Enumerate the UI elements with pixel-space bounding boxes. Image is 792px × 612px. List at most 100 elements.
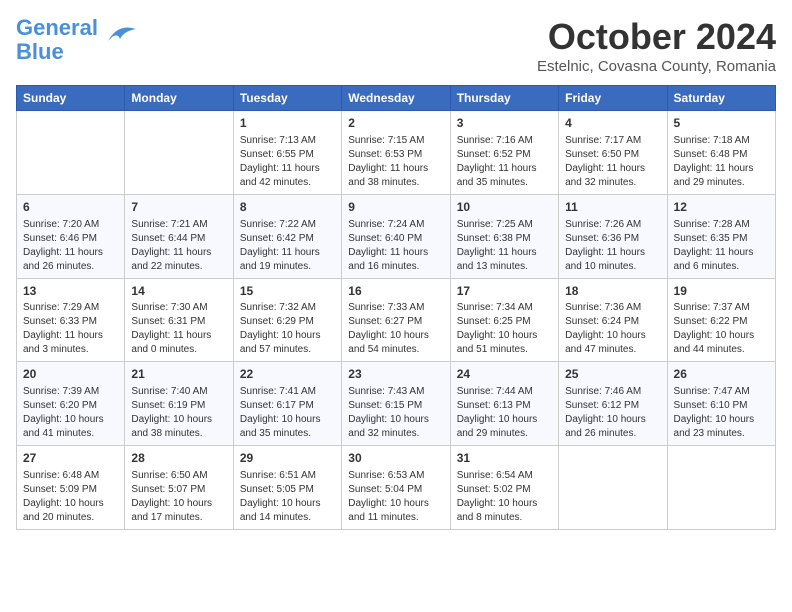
cell-info: Sunrise: 7:41 AM Sunset: 6:17 PM Dayligh… xyxy=(240,385,335,441)
cell-day-number: 30 xyxy=(348,450,443,467)
cell-info: Sunrise: 7:25 AM Sunset: 6:38 PM Dayligh… xyxy=(457,218,552,274)
calendar-cell: 9 Sunrise: 7:24 AM Sunset: 6:40 PM Daylig… xyxy=(342,194,450,278)
cell-info: Sunrise: 6:54 AM Sunset: 5:02 PM Dayligh… xyxy=(457,469,552,525)
calendar-cell: 25 Sunrise: 7:46 AM Sunset: 6:12 PM Dayli… xyxy=(559,362,667,446)
calendar-header-row: SundayMondayTuesdayWednesdayThursdayFrid… xyxy=(17,86,776,111)
calendar-cell: 11 Sunrise: 7:26 AM Sunset: 6:36 PM Dayli… xyxy=(559,194,667,278)
cell-info: Sunrise: 7:28 AM Sunset: 6:35 PM Dayligh… xyxy=(674,218,769,274)
calendar-table: SundayMondayTuesdayWednesdayThursdayFrid… xyxy=(16,85,776,530)
calendar-cell: 7 Sunrise: 7:21 AM Sunset: 6:44 PM Daylig… xyxy=(125,194,233,278)
day-header-saturday: Saturday xyxy=(667,86,775,111)
cell-info: Sunrise: 7:46 AM Sunset: 6:12 PM Dayligh… xyxy=(565,385,660,441)
cell-info: Sunrise: 7:29 AM Sunset: 6:33 PM Dayligh… xyxy=(23,301,118,357)
calendar-cell: 10 Sunrise: 7:25 AM Sunset: 6:38 PM Dayli… xyxy=(450,194,558,278)
cell-day-number: 26 xyxy=(674,366,769,383)
calendar-cell xyxy=(17,111,125,195)
cell-day-number: 7 xyxy=(131,199,226,216)
cell-day-number: 14 xyxy=(131,283,226,300)
calendar-cell: 6 Sunrise: 7:20 AM Sunset: 6:46 PM Daylig… xyxy=(17,194,125,278)
calendar-cell: 29 Sunrise: 6:51 AM Sunset: 5:05 PM Dayli… xyxy=(233,446,341,530)
calendar-cell: 23 Sunrise: 7:43 AM Sunset: 6:15 PM Dayli… xyxy=(342,362,450,446)
cell-day-number: 19 xyxy=(674,283,769,300)
calendar-cell: 24 Sunrise: 7:44 AM Sunset: 6:13 PM Dayli… xyxy=(450,362,558,446)
calendar-cell: 27 Sunrise: 6:48 AM Sunset: 5:09 PM Dayli… xyxy=(17,446,125,530)
cell-day-number: 2 xyxy=(348,115,443,132)
cell-day-number: 9 xyxy=(348,199,443,216)
page-header: GeneralBlue October 2024 Estelnic, Covas… xyxy=(16,16,776,75)
calendar-week-3: 13Sunrise: 7:29 AM Sunset: 6:33 PM Dayli… xyxy=(17,278,776,362)
cell-info: Sunrise: 7:20 AM Sunset: 6:46 PM Dayligh… xyxy=(23,218,118,274)
cell-day-number: 6 xyxy=(23,199,118,216)
cell-day-number: 12 xyxy=(674,199,769,216)
calendar-cell: 2 Sunrise: 7:15 AM Sunset: 6:53 PM Daylig… xyxy=(342,111,450,195)
calendar-cell: 31 Sunrise: 6:54 AM Sunset: 5:02 PM Dayli… xyxy=(450,446,558,530)
calendar-cell xyxy=(667,446,775,530)
calendar-cell: 3 Sunrise: 7:16 AM Sunset: 6:52 PM Daylig… xyxy=(450,111,558,195)
cell-day-number: 10 xyxy=(457,199,552,216)
cell-info: Sunrise: 7:39 AM Sunset: 6:20 PM Dayligh… xyxy=(23,385,118,441)
day-header-wednesday: Wednesday xyxy=(342,86,450,111)
cell-day-number: 16 xyxy=(348,283,443,300)
cell-day-number: 21 xyxy=(131,366,226,383)
day-header-monday: Monday xyxy=(125,86,233,111)
cell-info: Sunrise: 7:24 AM Sunset: 6:40 PM Dayligh… xyxy=(348,218,443,274)
cell-day-number: 24 xyxy=(457,366,552,383)
logo: GeneralBlue xyxy=(16,16,136,64)
cell-day-number: 25 xyxy=(565,366,660,383)
calendar-cell: 18Sunrise: 7:36 AM Sunset: 6:24 PM Dayli… xyxy=(559,278,667,362)
cell-day-number: 27 xyxy=(23,450,118,467)
cell-day-number: 17 xyxy=(457,283,552,300)
calendar-cell: 30Sunrise: 6:53 AM Sunset: 5:04 PM Dayli… xyxy=(342,446,450,530)
cell-day-number: 22 xyxy=(240,366,335,383)
calendar-cell: 28 Sunrise: 6:50 AM Sunset: 5:07 PM Dayli… xyxy=(125,446,233,530)
cell-day-number: 13 xyxy=(23,283,118,300)
cell-info: Sunrise: 7:43 AM Sunset: 6:15 PM Dayligh… xyxy=(348,385,443,441)
cell-info: Sunrise: 7:13 AM Sunset: 6:55 PM Dayligh… xyxy=(240,134,335,190)
cell-info: Sunrise: 7:21 AM Sunset: 6:44 PM Dayligh… xyxy=(131,218,226,274)
cell-day-number: 4 xyxy=(565,115,660,132)
calendar-cell: 1Sunrise: 7:13 AM Sunset: 6:55 PM Daylig… xyxy=(233,111,341,195)
cell-info: Sunrise: 7:33 AM Sunset: 6:27 PM Dayligh… xyxy=(348,301,443,357)
cell-info: Sunrise: 7:15 AM Sunset: 6:53 PM Dayligh… xyxy=(348,134,443,190)
cell-info: Sunrise: 7:26 AM Sunset: 6:36 PM Dayligh… xyxy=(565,218,660,274)
cell-info: Sunrise: 6:48 AM Sunset: 5:09 PM Dayligh… xyxy=(23,469,118,525)
calendar-body: 1Sunrise: 7:13 AM Sunset: 6:55 PM Daylig… xyxy=(17,111,776,530)
calendar-week-5: 27 Sunrise: 6:48 AM Sunset: 5:09 PM Dayli… xyxy=(17,446,776,530)
day-header-tuesday: Tuesday xyxy=(233,86,341,111)
cell-info: Sunrise: 7:16 AM Sunset: 6:52 PM Dayligh… xyxy=(457,134,552,190)
calendar-cell: 26 Sunrise: 7:47 AM Sunset: 6:10 PM Dayli… xyxy=(667,362,775,446)
cell-day-number: 29 xyxy=(240,450,335,467)
calendar-cell: 5Sunrise: 7:18 AM Sunset: 6:48 PM Daylig… xyxy=(667,111,775,195)
cell-info: Sunrise: 7:47 AM Sunset: 6:10 PM Dayligh… xyxy=(674,385,769,441)
calendar-cell: 13Sunrise: 7:29 AM Sunset: 6:33 PM Dayli… xyxy=(17,278,125,362)
day-header-sunday: Sunday xyxy=(17,86,125,111)
calendar-week-1: 1Sunrise: 7:13 AM Sunset: 6:55 PM Daylig… xyxy=(17,111,776,195)
cell-info: Sunrise: 6:50 AM Sunset: 5:07 PM Dayligh… xyxy=(131,469,226,525)
cell-info: Sunrise: 7:36 AM Sunset: 6:24 PM Dayligh… xyxy=(565,301,660,357)
cell-day-number: 15 xyxy=(240,283,335,300)
logo-text: GeneralBlue xyxy=(16,16,98,64)
logo-bird-icon xyxy=(100,21,136,49)
cell-day-number: 31 xyxy=(457,450,552,467)
cell-day-number: 20 xyxy=(23,366,118,383)
cell-day-number: 3 xyxy=(457,115,552,132)
calendar-week-2: 6 Sunrise: 7:20 AM Sunset: 6:46 PM Daylig… xyxy=(17,194,776,278)
calendar-cell: 22 Sunrise: 7:41 AM Sunset: 6:17 PM Dayli… xyxy=(233,362,341,446)
cell-day-number: 18 xyxy=(565,283,660,300)
cell-info: Sunrise: 7:44 AM Sunset: 6:13 PM Dayligh… xyxy=(457,385,552,441)
calendar-week-4: 20 Sunrise: 7:39 AM Sunset: 6:20 PM Dayli… xyxy=(17,362,776,446)
day-header-friday: Friday xyxy=(559,86,667,111)
title-block: October 2024 Estelnic, Covasna County, R… xyxy=(537,16,776,75)
cell-info: Sunrise: 7:17 AM Sunset: 6:50 PM Dayligh… xyxy=(565,134,660,190)
calendar-cell: 4 Sunrise: 7:17 AM Sunset: 6:50 PM Daylig… xyxy=(559,111,667,195)
day-header-thursday: Thursday xyxy=(450,86,558,111)
cell-info: Sunrise: 6:51 AM Sunset: 5:05 PM Dayligh… xyxy=(240,469,335,525)
cell-day-number: 28 xyxy=(131,450,226,467)
cell-info: Sunrise: 7:37 AM Sunset: 6:22 PM Dayligh… xyxy=(674,301,769,357)
cell-day-number: 23 xyxy=(348,366,443,383)
cell-day-number: 8 xyxy=(240,199,335,216)
cell-day-number: 11 xyxy=(565,199,660,216)
calendar-cell: 19Sunrise: 7:37 AM Sunset: 6:22 PM Dayli… xyxy=(667,278,775,362)
calendar-cell: 15Sunrise: 7:32 AM Sunset: 6:29 PM Dayli… xyxy=(233,278,341,362)
calendar-cell xyxy=(559,446,667,530)
